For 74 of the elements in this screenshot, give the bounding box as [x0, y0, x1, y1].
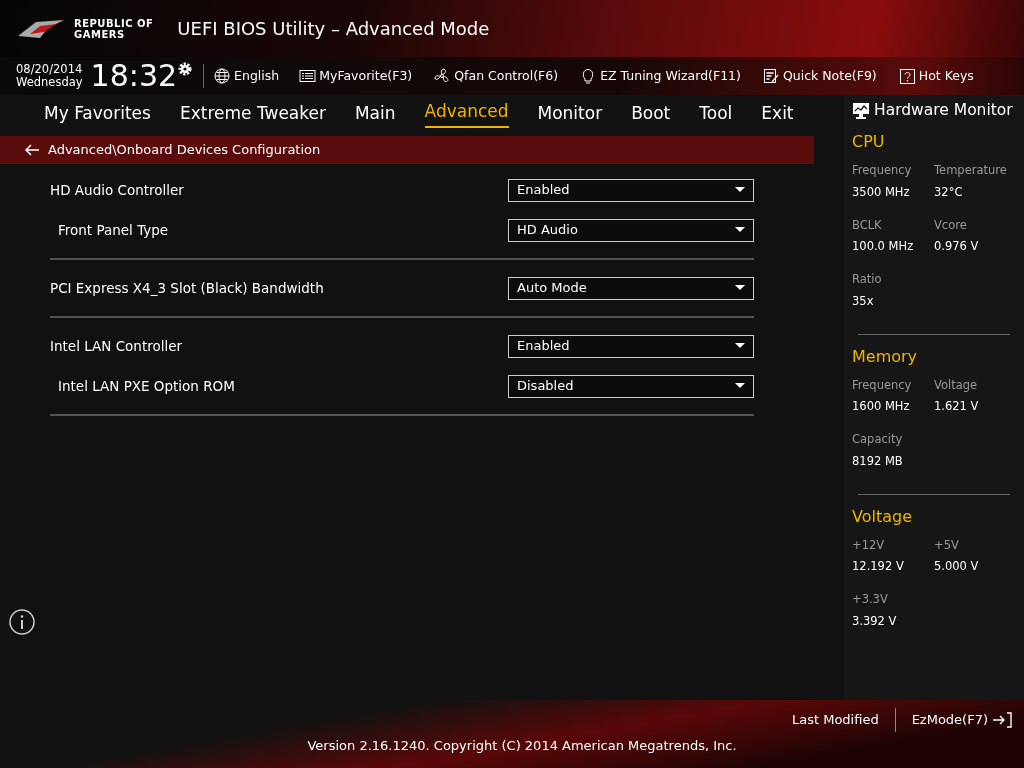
menu-tab[interactable]: Extreme Tweaker — [179, 100, 326, 128]
monitor-icon — [852, 102, 870, 120]
reading-label: Temperature — [934, 162, 1008, 180]
reading-value: 35x — [852, 292, 875, 310]
setting-label: Intel LAN Controller — [50, 336, 183, 356]
section-heading: Voltage — [852, 505, 913, 528]
reading-label: Frequency — [852, 376, 913, 394]
reading-value: 32°C — [934, 183, 964, 201]
setting-dropdown[interactable]: HD Audio — [508, 218, 754, 242]
reading-value: 5.000 V — [934, 558, 980, 575]
window-title: UEFI BIOS Utility – Advanced Mode — [177, 17, 490, 41]
settings-icon[interactable] — [177, 61, 194, 77]
logo-text: REPUBLIC OF — [74, 17, 154, 29]
setting-dropdown[interactable]: Auto Mode — [508, 276, 754, 300]
reading-label: Vcore — [934, 216, 968, 234]
dropdown-caret-icon — [735, 187, 745, 193]
menu-tab[interactable]: My Favorites — [44, 100, 151, 128]
setting-label: HD Audio Controller — [50, 180, 184, 200]
reading-label: +3.3V — [852, 591, 889, 609]
setting-label: Intel LAN PXE Option ROM — [58, 376, 235, 396]
reading-value: 1600 MHz — [852, 398, 911, 415]
reading-value: 12.192 V — [852, 558, 905, 575]
setting-dropdown[interactable]: Enabled — [508, 178, 754, 202]
logo-text: GAMERS — [74, 28, 126, 40]
reading-value: 3.392 V — [852, 612, 898, 630]
date-text: 08/20/2014 — [16, 63, 83, 76]
back-arrow-icon[interactable] — [24, 144, 40, 156]
globe-icon — [214, 67, 232, 85]
clock-time: 18:32 — [90, 61, 178, 91]
setting-dropdown[interactable]: Enabled — [508, 334, 754, 358]
dropdown-caret-icon — [735, 227, 745, 233]
breadcrumb-path: Advanced\Onboard Devices Configuration — [48, 141, 321, 160]
reading-label: Voltage — [934, 376, 979, 394]
setting-label: PCI Express X4_3 Slot (Black) Bandwidth — [50, 278, 324, 298]
menu-tab[interactable]: Monitor — [537, 100, 603, 128]
menu-tab[interactable]: Tool — [699, 100, 733, 128]
copyright-text: Version 2.16.1240. Copyright (C) 2014 American Megatrends, Inc. — [306, 737, 738, 755]
reading-label: +5V — [934, 536, 960, 554]
ez-mode-button[interactable]: EzMode(F7) — [911, 710, 1012, 730]
reading-label: +12V — [852, 536, 886, 554]
menu-tab[interactable]: Boot — [631, 100, 671, 128]
toolbar-button[interactable]: Hot Keys — [898, 66, 974, 86]
exit-icon — [992, 712, 1012, 728]
section-heading: CPU — [852, 131, 886, 154]
menu-tab[interactable]: Exit — [761, 100, 794, 128]
toolbar-button[interactable]: MyFavorite(F3) — [299, 66, 413, 86]
reading-label: BCLK — [852, 216, 883, 234]
toolbar-button[interactable]: Quick Note(F9) — [762, 66, 877, 86]
dropdown-caret-icon — [735, 383, 745, 389]
info-icon[interactable] — [8, 608, 36, 636]
reading-value: 3500 MHz — [852, 183, 911, 201]
setting-dropdown[interactable]: Disabled — [508, 374, 754, 398]
last-modified-button[interactable]: Last Modified — [791, 710, 879, 730]
toolbar-button[interactable]: EZ Tuning Wizard(F11) — [580, 66, 741, 86]
section-heading: Memory — [852, 345, 919, 368]
panel-title: Hardware Monitor — [874, 100, 1013, 121]
reading-value: 100.0 MHz — [852, 238, 915, 255]
reading-label: Frequency — [852, 162, 913, 180]
toolbar-button[interactable]: Qfan Control(F6) — [434, 66, 559, 86]
dropdown-caret-icon — [735, 285, 745, 291]
weekday-text: Wednesday — [16, 76, 83, 89]
menu-tab[interactable]: Main — [354, 100, 396, 128]
help-icon — [898, 67, 916, 85]
reading-label: Ratio — [852, 271, 883, 289]
reading-value: 1.621 V — [934, 398, 980, 415]
reading-value: 0.976 V — [934, 238, 980, 255]
reading-value: 8192 MB — [852, 452, 904, 470]
setting-label: Front Panel Type — [58, 220, 169, 240]
dropdown-caret-icon — [735, 343, 745, 349]
notepad-icon — [762, 67, 780, 85]
language-button[interactable]: English — [214, 66, 280, 86]
menu-tab[interactable]: Advanced — [424, 98, 509, 128]
list-icon — [299, 67, 317, 85]
reading-label: Capacity — [852, 431, 904, 449]
